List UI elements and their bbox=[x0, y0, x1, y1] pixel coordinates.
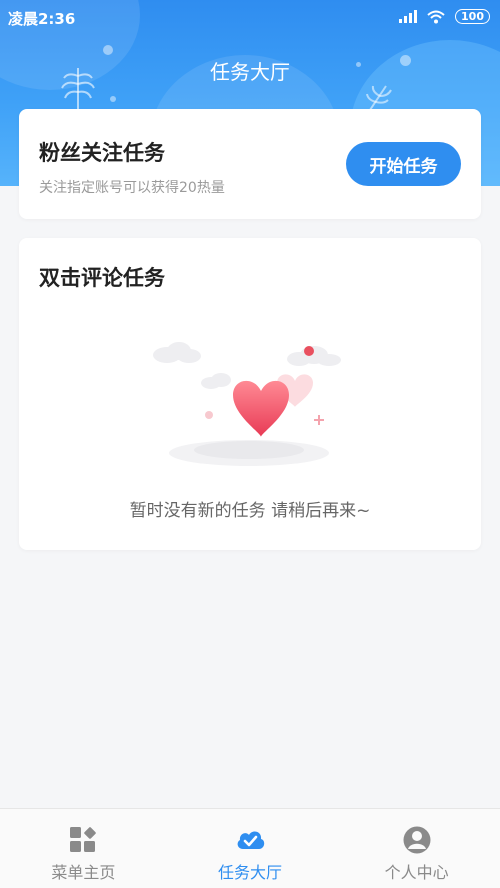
tab-label: 任务大厅 bbox=[218, 863, 283, 882]
follow-task-card: 粉丝关注任务 关注指定账号可以获得20热量 开始任务 bbox=[19, 109, 481, 219]
tab-menu-home[interactable]: 菜单主页 bbox=[0, 809, 167, 888]
cloud-check-icon bbox=[237, 831, 265, 849]
battery-indicator: 100 bbox=[455, 9, 490, 24]
tab-personal-center[interactable]: 个人中心 bbox=[333, 809, 500, 888]
comment-task-card: 双击评论任务 暂时没有新的任务 请稍后再来~ bbox=[19, 238, 481, 550]
status-time: 凌晨2:36 bbox=[8, 10, 76, 28]
follow-task-title: 粉丝关注任务 bbox=[39, 141, 165, 165]
grid-icon bbox=[70, 827, 97, 852]
comment-task-title: 双击评论任务 bbox=[39, 266, 165, 290]
page-title: 任务大厅 bbox=[210, 60, 290, 84]
start-task-button[interactable]: 开始任务 bbox=[346, 142, 461, 186]
person-icon bbox=[403, 826, 431, 854]
tab-task-hall[interactable]: 任务大厅 bbox=[167, 809, 334, 888]
empty-heart-illustration-icon bbox=[153, 342, 341, 466]
tab-label: 菜单主页 bbox=[51, 863, 116, 882]
tab-label: 个人中心 bbox=[384, 863, 449, 882]
leaf-decoration-icon bbox=[366, 85, 392, 111]
follow-task-description: 关注指定账号可以获得20热量 bbox=[39, 180, 225, 196]
bottom-tab-bar: 菜单主页 任务大厅 个人中心 bbox=[0, 808, 500, 888]
status-bar: 凌晨2:36 100 bbox=[0, 0, 500, 34]
wifi-icon bbox=[427, 10, 445, 23]
empty-state-text: 暂时没有新的任务 请稍后再来~ bbox=[129, 501, 371, 521]
signal-icon bbox=[399, 10, 418, 23]
